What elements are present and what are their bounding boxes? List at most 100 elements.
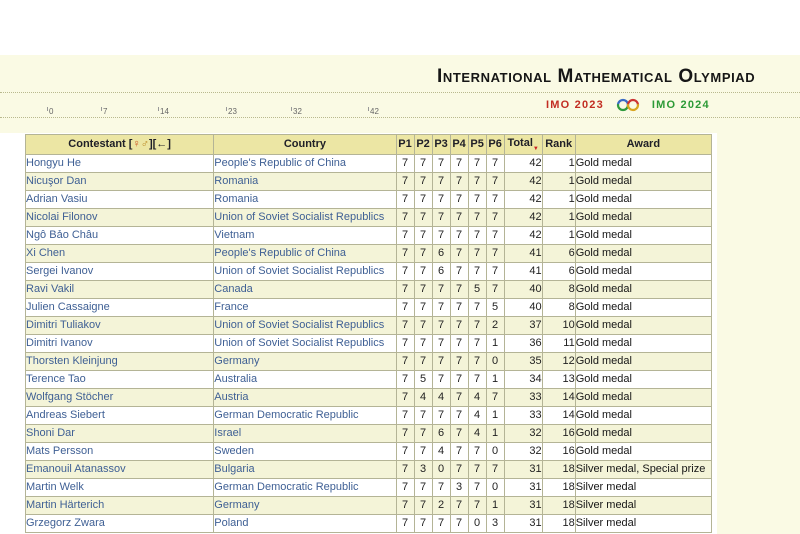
separator-line-top — [0, 92, 800, 93]
rank-cell: 16 — [542, 443, 575, 461]
score-cell: 7 — [432, 155, 450, 173]
score-cell: 7 — [468, 317, 486, 335]
contestant-cell: Terence Tao — [26, 371, 214, 389]
back-arrow-link[interactable]: ← — [156, 138, 167, 150]
country-cell: Union of Soviet Socialist Republics — [214, 263, 396, 281]
contestant-link[interactable]: Nicuşor Dan — [26, 175, 87, 187]
country-link[interactable]: Poland — [214, 517, 248, 529]
score-cell: 7 — [414, 335, 432, 353]
imo-2024-link[interactable]: IMO 2024 — [652, 99, 710, 111]
score-cell: 7 — [450, 245, 468, 263]
total-cell: 36 — [504, 335, 542, 353]
rank-cell: 8 — [542, 299, 575, 317]
contestant-link[interactable]: Hongyu He — [26, 157, 81, 169]
rank-cell: 12 — [542, 353, 575, 371]
score-cell: 7 — [450, 443, 468, 461]
country-link[interactable]: Bulgaria — [214, 463, 254, 475]
country-link[interactable]: Sweden — [214, 445, 254, 457]
score-cell: 7 — [414, 191, 432, 209]
country-link[interactable]: Vietnam — [214, 229, 254, 241]
contestant-cell: Emanouil Atanassov — [26, 461, 214, 479]
total-cell: 42 — [504, 191, 542, 209]
contestant-link[interactable]: Sergei Ivanov — [26, 265, 93, 277]
contestant-link[interactable]: Thorsten Kleinjung — [26, 355, 118, 367]
female-filter-icon[interactable]: ♀ — [132, 138, 140, 150]
country-link[interactable]: Union of Soviet Socialist Republics — [214, 319, 384, 331]
country-link[interactable]: Israel — [214, 427, 241, 439]
contestant-link[interactable]: Mats Persson — [26, 445, 93, 457]
country-link[interactable]: People's Republic of China — [214, 157, 346, 169]
score-cell: 7 — [468, 191, 486, 209]
table-row: Sergei Ivanov Union of Soviet Socialist … — [26, 263, 712, 281]
total-cell: 33 — [504, 407, 542, 425]
contestant-link[interactable]: Terence Tao — [26, 373, 86, 385]
column-header-p3[interactable]: P3 — [432, 135, 450, 155]
country-link[interactable]: Union of Soviet Socialist Republics — [214, 211, 384, 223]
rank-cell: 18 — [542, 461, 575, 479]
country-link[interactable]: Canada — [214, 283, 253, 295]
imo-logo-icon[interactable] — [615, 98, 641, 112]
column-header-rank[interactable]: Rank — [542, 135, 575, 155]
country-cell: Israel — [214, 425, 396, 443]
contestant-link[interactable]: Emanouil Atanassov — [26, 463, 126, 475]
contestant-link[interactable]: Andreas Siebert — [26, 409, 105, 421]
total-cell: 41 — [504, 263, 542, 281]
country-link[interactable]: France — [214, 301, 248, 313]
score-cell: 7 — [486, 245, 504, 263]
score-cell: 7 — [486, 389, 504, 407]
country-link[interactable]: Romania — [214, 193, 258, 205]
column-header-country[interactable]: Country — [214, 135, 396, 155]
contestant-link[interactable]: Wolfgang Stöcher — [26, 391, 113, 403]
contestant-link[interactable]: Nicolai Filonov — [26, 211, 98, 223]
score-cell: 7 — [396, 209, 414, 227]
contestant-cell: Mats Persson — [26, 443, 214, 461]
column-header-award[interactable]: Award — [575, 135, 711, 155]
country-cell: Australia — [214, 371, 396, 389]
contestant-link[interactable]: Ravi Vakil — [26, 283, 74, 295]
score-cell: 7 — [414, 245, 432, 263]
score-cell: 7 — [486, 155, 504, 173]
country-link[interactable]: Union of Soviet Socialist Republics — [214, 337, 384, 349]
country-link[interactable]: Austria — [214, 391, 248, 403]
contestant-cell: Shoni Dar — [26, 425, 214, 443]
country-link[interactable]: Germany — [214, 355, 259, 367]
column-header-p2[interactable]: P2 — [414, 135, 432, 155]
contestant-link[interactable]: Ngô Bảo Châu — [26, 229, 98, 241]
contestant-link[interactable]: Shoni Dar — [26, 427, 75, 439]
country-link[interactable]: German Democratic Republic — [214, 481, 358, 493]
column-header-p5[interactable]: P5 — [468, 135, 486, 155]
country-link[interactable]: Germany — [214, 499, 259, 511]
column-header-p6[interactable]: P6 — [486, 135, 504, 155]
contestant-link[interactable]: Dimitri Tuliakov — [26, 319, 101, 331]
column-header-p4[interactable]: P4 — [450, 135, 468, 155]
country-cell: Romania — [214, 173, 396, 191]
column-header-total[interactable]: Total▼ — [504, 135, 542, 155]
male-filter-icon[interactable]: ♂ — [141, 138, 149, 150]
column-header-p1[interactable]: P1 — [396, 135, 414, 155]
score-cell: 5 — [414, 371, 432, 389]
score-cell: 5 — [486, 299, 504, 317]
column-header-contestant[interactable]: Contestant [♀♂][←] — [26, 135, 214, 155]
country-cell: Austria — [214, 389, 396, 407]
score-cell: 6 — [432, 263, 450, 281]
country-link[interactable]: Union of Soviet Socialist Republics — [214, 265, 384, 277]
contestant-link[interactable]: Martin Härterich — [26, 499, 104, 511]
imo-2023-link[interactable]: IMO 2023 — [546, 99, 604, 111]
country-cell: People's Republic of China — [214, 245, 396, 263]
score-cell: 7 — [396, 515, 414, 533]
contestant-link[interactable]: Dimitri Ivanov — [26, 337, 93, 349]
country-link[interactable]: Australia — [214, 373, 257, 385]
award-cell: Gold medal — [575, 317, 711, 335]
score-cell: 5 — [468, 281, 486, 299]
score-cell: 0 — [486, 443, 504, 461]
contestant-link[interactable]: Grzegorz Zwara — [26, 517, 105, 529]
contestant-link[interactable]: Adrian Vasiu — [26, 193, 88, 205]
contestant-link[interactable]: Julien Cassaigne — [26, 301, 110, 313]
contestant-link[interactable]: Xi Chen — [26, 247, 65, 259]
award-cell: Gold medal — [575, 335, 711, 353]
contestant-link[interactable]: Martin Welk — [26, 481, 84, 493]
country-link[interactable]: Romania — [214, 175, 258, 187]
country-link[interactable]: People's Republic of China — [214, 247, 346, 259]
country-link[interactable]: German Democratic Republic — [214, 409, 358, 421]
score-cell: 7 — [450, 407, 468, 425]
